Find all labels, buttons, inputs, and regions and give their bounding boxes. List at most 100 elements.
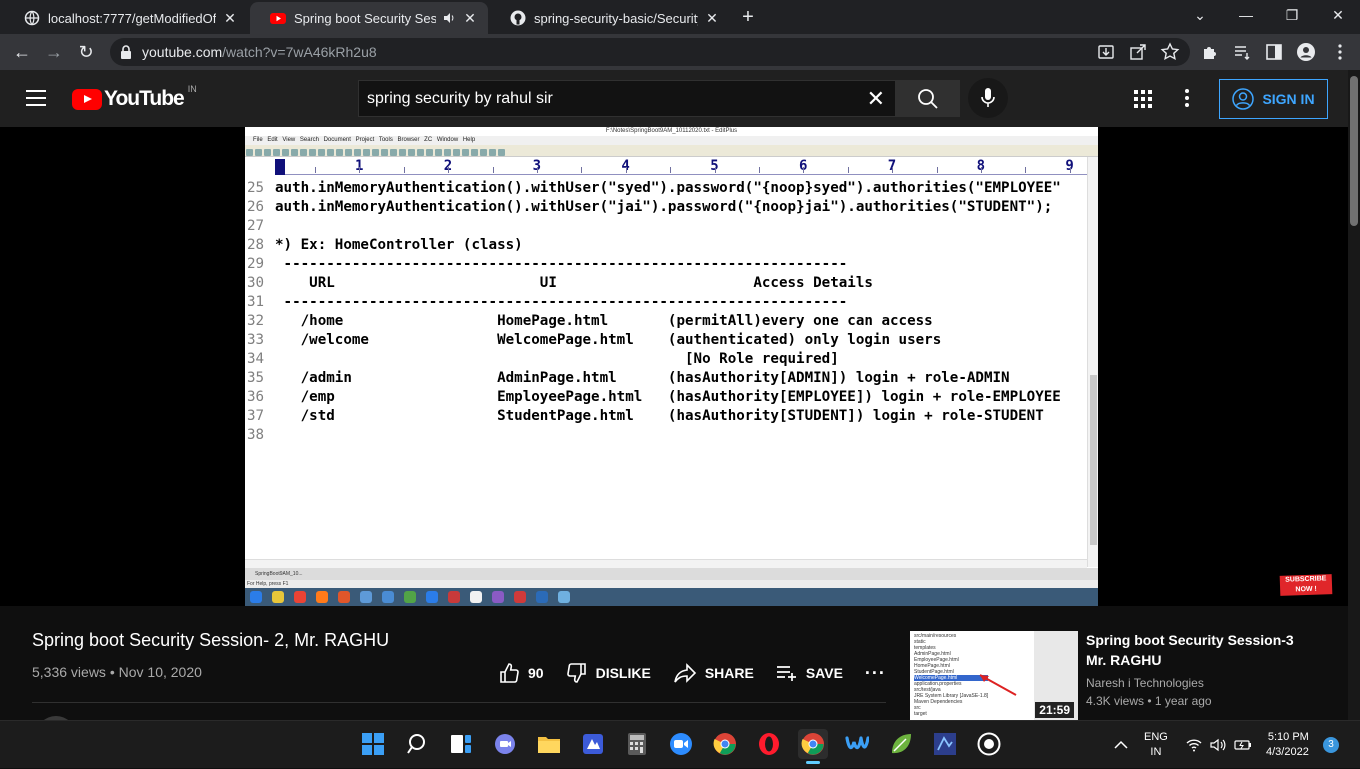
zoom-icon [670,733,692,755]
ruler-tick [492,167,494,173]
obs-button[interactable] [974,729,1004,759]
bookmark-star-icon[interactable] [1160,42,1180,62]
reload-button[interactable]: ↻ [74,40,98,64]
search-input[interactable]: spring security by rahul sir ✕ [358,80,896,117]
task-view-button[interactable] [446,729,476,759]
restore-button[interactable]: ❐ [1272,4,1312,26]
file-explorer-button[interactable] [534,729,564,759]
line-number: 35 [247,370,265,386]
code-line: 36 /emp EmployeePage.html (hasAuthority[… [245,388,1087,407]
zoom-button[interactable] [666,729,696,759]
code-text: ----------------------------------------… [275,294,848,310]
recommended-title[interactable]: Spring boot Security Session-3 Mr. RAGHU [1086,630,1306,670]
notification-badge[interactable]: 3 [1323,737,1339,753]
back-button[interactable]: ← [10,40,34,64]
language-indicator[interactable]: ENG IN [1144,730,1168,760]
settings-more-icon[interactable] [1184,88,1190,108]
close-tab-icon[interactable]: ✕ [222,10,238,27]
battery-icon[interactable] [1234,721,1252,769]
menu-icon[interactable] [26,90,46,106]
webex-button[interactable] [842,729,872,759]
tab-youtube-active[interactable]: Spring boot Security Session ✕ [250,2,488,34]
recommended-meta: 4.3K views • 1 year ago [1086,694,1212,708]
code-text: /emp EmployeePage.html (hasAuthority[EMP… [275,389,1061,405]
reading-list-icon[interactable] [1232,42,1252,62]
sign-in-label: SIGN IN [1262,91,1315,107]
video-player[interactable]: F:\Notes\SpringBoot9AM_10112020.txt - Ed… [0,127,1348,606]
ruler-tick [537,167,538,173]
search-icon [918,89,938,109]
volume-icon[interactable] [1210,721,1226,769]
close-tab-icon[interactable]: ✕ [462,10,478,27]
minimize-button[interactable]: — [1226,4,1266,26]
subscribe-badge-text: SUBSCRIBE NOW ! [1285,575,1327,594]
chrome-menu-icon[interactable] [1330,42,1350,62]
share-button[interactable]: SHARE [673,662,754,684]
save-button[interactable]: SAVE [776,663,843,683]
obs-record-icon [977,732,1001,756]
apps-grid-icon[interactable] [1134,90,1152,108]
ruler-tick [315,167,316,173]
chrome-active-button[interactable] [798,729,828,764]
browser-toolbar: ← → ↻ youtube.com/watch?v=7wA46kRh2u8 [0,34,1360,70]
sign-in-button[interactable]: SIGN IN [1219,79,1328,119]
install-icon[interactable] [1096,42,1116,62]
tab-strip: localhost:7777/getModifiedOffice ✕ Sprin… [0,0,1360,34]
system-clock[interactable]: 5:10 PM 4/3/2022 [1266,730,1309,760]
subscribe-now-badge: SUBSCRIBE NOW ! [1279,574,1333,596]
page-scrollbar[interactable] [1348,70,1360,720]
wifi-icon[interactable] [1186,721,1202,769]
code-line: 37 /std StudentPage.html (hasAuthority[S… [245,407,1087,426]
speaker-icon[interactable] [442,11,456,25]
code-line: 29 -------------------------------------… [245,255,1087,274]
ruler-tick [581,167,583,173]
side-panel-icon[interactable] [1264,42,1284,62]
youtube-play-icon [72,88,102,110]
code-text: URL UI Access Details [275,275,873,291]
extensions-icon[interactable] [1200,42,1220,62]
page-scrollbar-thumb[interactable] [1350,76,1358,226]
ruler-tick [625,167,627,173]
code-line: 38 [245,426,1087,445]
ruler-tick [892,167,894,173]
line-number: 32 [247,313,265,329]
more-actions-icon[interactable]: ··· [865,663,886,684]
tab-title: spring-security-basic/SecurityCon [534,10,698,26]
opera-button[interactable] [754,729,784,759]
profile-icon[interactable] [1296,42,1316,62]
tab-localhost[interactable]: localhost:7777/getModifiedOffice ✕ [4,2,248,34]
chrome-taskbar-button[interactable] [710,729,740,759]
spring-tool-button[interactable] [886,729,916,759]
intellij-button[interactable] [930,729,960,759]
calculator-icon [628,733,646,755]
youtube-logo[interactable]: YouTube IN [72,84,197,111]
ruler-tick [403,167,405,173]
share-page-icon[interactable] [1128,42,1148,62]
volume-glyph [1210,738,1226,752]
recommended-channel[interactable]: Naresh i Technologies [1086,676,1204,690]
tab-github[interactable]: spring-security-basic/SecurityCon ✕ [490,2,730,34]
close-window-button[interactable]: ✕ [1318,4,1358,26]
start-button[interactable] [358,729,388,759]
address-bar[interactable]: youtube.com/watch?v=7wA46kRh2u8 [110,38,1190,66]
clear-search-icon[interactable]: ✕ [867,88,885,110]
forward-button[interactable]: → [42,40,66,64]
youtube-header: YouTube IN spring security by rahul sir … [0,70,1348,127]
like-button[interactable]: 90 [498,662,544,684]
tab-search-icon[interactable]: ⌄ [1180,4,1220,26]
recommended-thumbnail[interactable]: src/main/resources static templates Admi… [910,631,1078,720]
app-button[interactable] [578,729,608,759]
calculator-button[interactable] [622,729,652,759]
new-tab-button[interactable]: + [738,6,758,29]
teams-chat-button[interactable] [490,729,520,759]
dislike-button[interactable]: DISLIKE [566,662,651,684]
dislike-label: DISLIKE [595,665,651,681]
divider [32,702,886,703]
close-tab-icon[interactable]: ✕ [704,10,720,27]
voice-search-button[interactable] [968,78,1008,118]
app-icon [583,734,603,754]
search-button[interactable] [896,80,960,117]
code-line: 31 -------------------------------------… [245,293,1087,312]
tray-chevron-icon[interactable] [1114,721,1128,769]
taskbar-search-button[interactable] [402,729,432,759]
